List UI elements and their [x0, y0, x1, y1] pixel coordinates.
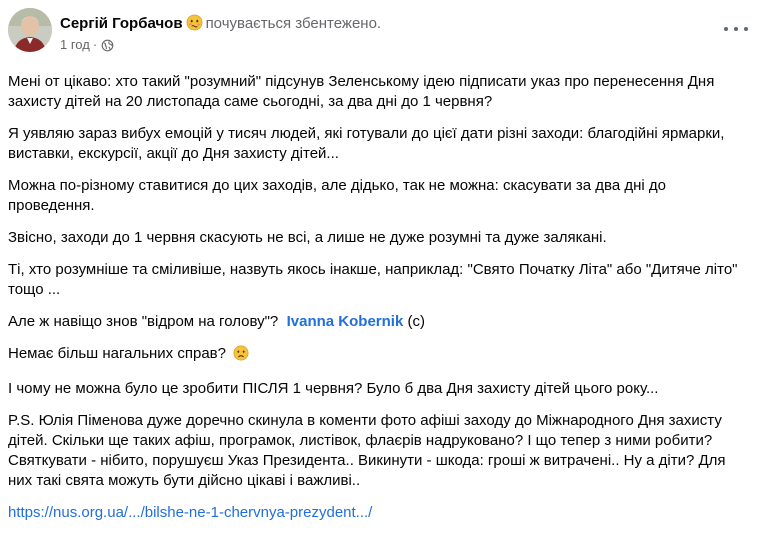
post-paragraph: Я уявляю зараз вибух емоцій у тисяч люде…	[8, 125, 725, 162]
author-name[interactable]: Сергій Горбачов	[60, 15, 183, 32]
mention-suffix: (с)	[407, 313, 426, 330]
avatar[interactable]	[8, 8, 52, 52]
sad-face-icon	[233, 345, 249, 367]
feeling-text: почувається збентежено.	[205, 15, 382, 32]
post-meta: 1 год ·	[60, 36, 114, 57]
globe-icon[interactable]	[101, 39, 114, 57]
post-paragraph-emoji: Немає більш нагальних справ?	[8, 344, 752, 367]
flustered-face-icon	[186, 14, 203, 37]
dot	[734, 27, 738, 31]
dot	[724, 27, 728, 31]
post-paragraph: Можна по-різному ставитися до цих заході…	[8, 177, 666, 214]
post-paragraph: Звісно, заходи до 1 червня скасують не в…	[8, 229, 607, 246]
post-body: Мені от цікаво: хто такий "розумний" під…	[8, 72, 752, 535]
post-paragraph: Ті, хто розумніше та сміливіше, назвуть …	[8, 261, 738, 298]
post-link-paragraph: https://nus.org.ua/.../bilshe-ne-1-cherv…	[8, 503, 752, 523]
question-text: Немає більш нагальних справ?	[8, 345, 226, 362]
post-paragraph: І чому не можна було це зробити ПІСЛЯ 1 …	[8, 380, 659, 397]
mention-link[interactable]: Ivanna Kobernik	[287, 313, 404, 330]
post-paragraph: P.S. Юлія Піменова дуже доречно скинула …	[8, 412, 726, 489]
external-link[interactable]: https://nus.org.ua/.../bilshe-ne-1-cherv…	[8, 504, 372, 521]
mention-lead-text: Але ж навіщо знов "відром на голову"?	[8, 313, 279, 330]
separator-dot: ·	[92, 37, 98, 52]
author-line: Сергій Горбачов почувається збентежено.	[60, 14, 381, 37]
dot	[744, 27, 748, 31]
more-options-icon[interactable]	[724, 22, 748, 36]
post-header: Сергій Горбачов почувається збентежено. 1…	[8, 8, 752, 62]
post-time[interactable]: 1 год	[60, 37, 90, 52]
post-paragraph-mention: Але ж навіщо знов "відром на голову"? Iv…	[8, 312, 752, 332]
post-paragraph: Мені от цікаво: хто такий "розумний" під…	[8, 73, 715, 110]
